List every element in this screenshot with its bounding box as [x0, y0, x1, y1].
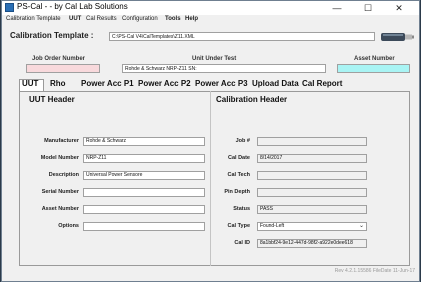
title-bar: PS-Cal - - by Cal Lab Solutions — ☐ ✕ [2, 1, 419, 15]
tab-power-acc-p2[interactable]: Power Acc P2 [138, 79, 191, 88]
menu-cal-results[interactable]: Cal Results [86, 16, 117, 22]
menu-help[interactable]: Help [185, 16, 198, 22]
uut-asset-number-label: Asset Number [41, 206, 79, 212]
status-value: PASS [257, 205, 367, 214]
menu-configuration[interactable]: Configuration [122, 16, 158, 22]
job-number-label: Job # [235, 138, 250, 144]
window-title: PS-Cal - - by Cal Lab Solutions [17, 2, 128, 11]
cal-type-select[interactable]: Found-Left ⌄ [257, 222, 367, 231]
calibration-template-path: C:\PS-Cal V4\CalTemplates\Z11.XML [109, 32, 375, 41]
calibration-header-title: Calibration Header [216, 95, 288, 104]
cal-tech-input[interactable] [257, 171, 367, 180]
model-number-label: Model Number [40, 155, 79, 161]
job-order-label: Job Order Number [32, 56, 86, 62]
app-icon [5, 3, 14, 12]
cal-tech-label: Cal Tech [227, 172, 250, 178]
tab-power-acc-p1[interactable]: Power Acc P1 [81, 79, 134, 88]
status-label: Status [233, 206, 250, 212]
tab-upload-data[interactable]: Upload Data [252, 79, 299, 88]
cal-type-selected: Found-Left [260, 223, 285, 229]
tab-rho[interactable]: Rho [50, 79, 66, 88]
panel-divider [210, 91, 211, 266]
manufacturer-input[interactable]: Rohde & Schwarz [83, 137, 205, 146]
pin-depth-input[interactable] [257, 188, 367, 197]
pin-depth-label: Pin Depth [224, 189, 250, 195]
menu-uut[interactable]: UUT [69, 16, 81, 22]
cal-date-input[interactable]: 8/14/2017 [257, 154, 367, 163]
tab-bar: UUT Rho Power Acc P1 Power Acc P2 Power … [2, 79, 419, 91]
uut-header-title: UUT Header [29, 95, 75, 104]
manufacturer-label: Manufacturer [44, 138, 79, 144]
tab-cal-report[interactable]: Cal Report [302, 79, 342, 88]
menu-bar: Calibration Template UUT Cal Results Con… [2, 15, 419, 25]
calibration-template-label: Calibration Template : [10, 31, 94, 40]
options-label: Options [58, 223, 79, 229]
menu-tools[interactable]: Tools [165, 16, 181, 22]
serial-number-input[interactable] [83, 188, 205, 197]
tab-uut[interactable]: UUT [22, 79, 38, 88]
menu-calibration-template[interactable]: Calibration Template [6, 16, 61, 22]
minimize-button[interactable]: — [326, 1, 348, 15]
description-input[interactable]: Universal Power Sensore [83, 171, 205, 180]
cal-id-label: Cal ID [234, 240, 250, 246]
app-window: PS-Cal - - by Cal Lab Solutions — ☐ ✕ Ca… [1, 0, 420, 282]
uut-asset-number-input[interactable] [83, 205, 205, 214]
job-number-input[interactable] [257, 137, 367, 146]
maximize-button[interactable]: ☐ [357, 1, 379, 15]
asset-number-input[interactable] [337, 64, 410, 73]
power-sensor-image [381, 33, 414, 41]
options-input[interactable] [83, 222, 205, 231]
uut-input[interactable]: Rohde & Schwarz NRP-Z11 SN: [122, 64, 326, 73]
cal-id-value: 8a1bbf24-9e12-447d-98f2-a922e0dee618 [257, 239, 367, 248]
asset-number-label: Asset Number [354, 56, 395, 62]
cal-type-label: Cal Type [227, 223, 250, 229]
model-number-input[interactable]: NRP-Z11 [83, 154, 205, 163]
serial-number-label: Serial Number [41, 189, 79, 195]
version-status-text: Rev 4.2.1.15586 FileDate 11-Jun-17 [334, 268, 415, 274]
cal-date-label: Cal Date [227, 155, 250, 161]
description-label: Description [48, 172, 79, 178]
job-order-input[interactable] [26, 64, 100, 73]
tab-power-acc-p3[interactable]: Power Acc P3 [195, 79, 248, 88]
close-button[interactable]: ✕ [388, 1, 410, 15]
uut-label: Unit Under Test [192, 56, 237, 62]
chevron-down-icon: ⌄ [358, 223, 364, 229]
